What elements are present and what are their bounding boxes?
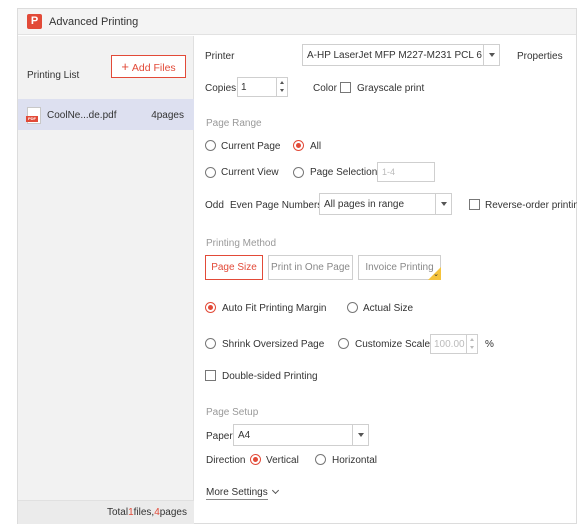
auto-fit-radio[interactable] xyxy=(205,302,216,313)
shrink-oversized-label: Shrink Oversized Page xyxy=(222,339,325,350)
file-name: CoolNe...de.pdf xyxy=(47,110,117,121)
increment-icon[interactable] xyxy=(280,81,284,84)
file-pages: 4pages xyxy=(151,110,184,121)
page-selection-label: Page Selection xyxy=(310,167,378,178)
invoice-printing-button[interactable]: Invoice Printing ⌄ xyxy=(358,255,441,280)
percent-label: % xyxy=(485,339,494,350)
print-in-one-page-button[interactable]: Print in One Page xyxy=(268,255,353,280)
copies-stepper[interactable]: 1 xyxy=(237,77,288,97)
odd-label: Odd xyxy=(205,200,224,211)
chevron-down-icon xyxy=(489,53,495,57)
horizontal-label: Horizontal xyxy=(332,455,378,466)
all-pages-label: All xyxy=(310,141,322,152)
page-selection-input[interactable]: 1-4 xyxy=(377,162,435,182)
file-list-item[interactable]: PDF CoolNe...de.pdf 4pages xyxy=(18,99,194,130)
properties-link[interactable]: Properties xyxy=(517,51,563,62)
all-pages-radio[interactable] xyxy=(293,140,304,151)
chevron-down-icon xyxy=(441,202,447,206)
decrement-icon[interactable] xyxy=(280,89,284,92)
current-view-radio[interactable] xyxy=(205,167,216,178)
printing-list-label: Printing List xyxy=(27,70,80,81)
odd-even-select[interactable]: All pages in range xyxy=(319,193,452,215)
paper-label: Paper xyxy=(206,431,233,442)
page-selection-radio[interactable] xyxy=(293,167,304,178)
add-files-button[interactable]: + Add Files xyxy=(111,55,186,78)
total-summary: Total1files,4pages xyxy=(106,507,187,518)
reverse-order-checkbox[interactable] xyxy=(469,199,480,210)
printing-list-panel: Printing List + Add Files PDF CoolNe...de… xyxy=(18,36,194,524)
customize-scale-label: Customize Scale xyxy=(355,339,431,350)
direction-label: Direction xyxy=(206,455,246,466)
vertical-label: Vertical xyxy=(266,455,299,466)
color-label: Color xyxy=(313,83,337,94)
page-range-heading: Page Range xyxy=(206,118,262,129)
even-page-numbers-label: Even Page Numbers xyxy=(230,200,323,211)
scale-stepper[interactable]: 100.00 xyxy=(430,334,478,354)
shrink-oversized-radio[interactable] xyxy=(205,338,216,349)
decrement-icon[interactable] xyxy=(470,346,474,349)
auto-fit-label: Auto Fit Printing Margin xyxy=(222,303,327,314)
page-size-button[interactable]: Page Size xyxy=(205,255,263,280)
double-sided-checkbox[interactable] xyxy=(205,370,216,381)
increment-icon[interactable] xyxy=(470,338,474,341)
invoice-printing-label: Invoice Printing xyxy=(365,262,434,273)
paper-select[interactable]: A4 xyxy=(233,424,369,446)
page-setup-heading: Page Setup xyxy=(206,407,259,418)
vertical-radio[interactable] xyxy=(250,454,261,465)
copies-label: Copies xyxy=(205,83,237,94)
grayscale-label: Grayscale print xyxy=(357,83,425,94)
double-sided-label: Double-sided Printing xyxy=(222,371,318,382)
actual-size-label: Actual Size xyxy=(363,303,414,314)
customize-scale-radio[interactable] xyxy=(338,338,349,349)
add-files-label: Add Files xyxy=(131,62,176,74)
plus-icon: + xyxy=(121,59,129,74)
chevron-down-icon xyxy=(358,433,364,437)
pdf-file-icon: PDF xyxy=(26,107,41,124)
current-page-label: Current Page xyxy=(221,141,281,152)
window-title: Advanced Printing xyxy=(49,16,139,28)
chevron-down-icon: ⌄ xyxy=(433,271,439,278)
printing-list-footer: Total1files,4pages xyxy=(18,500,194,524)
printer-select[interactable]: A-HP LaserJet MFP M227-M231 PCL 6 xyxy=(302,44,500,66)
app-logo-icon: P xyxy=(27,14,42,29)
grayscale-checkbox[interactable] xyxy=(340,82,351,93)
title-bar: P Advanced Printing xyxy=(18,9,576,35)
current-page-radio[interactable] xyxy=(205,140,216,151)
more-settings-link[interactable]: More Settings xyxy=(206,487,268,500)
printer-label: Printer xyxy=(205,51,235,62)
actual-size-radio[interactable] xyxy=(347,302,358,313)
current-view-label: Current View xyxy=(221,167,279,178)
printing-method-heading: Printing Method xyxy=(206,238,277,249)
reverse-order-label: Reverse-order printing xyxy=(485,200,577,211)
horizontal-radio[interactable] xyxy=(315,454,326,465)
